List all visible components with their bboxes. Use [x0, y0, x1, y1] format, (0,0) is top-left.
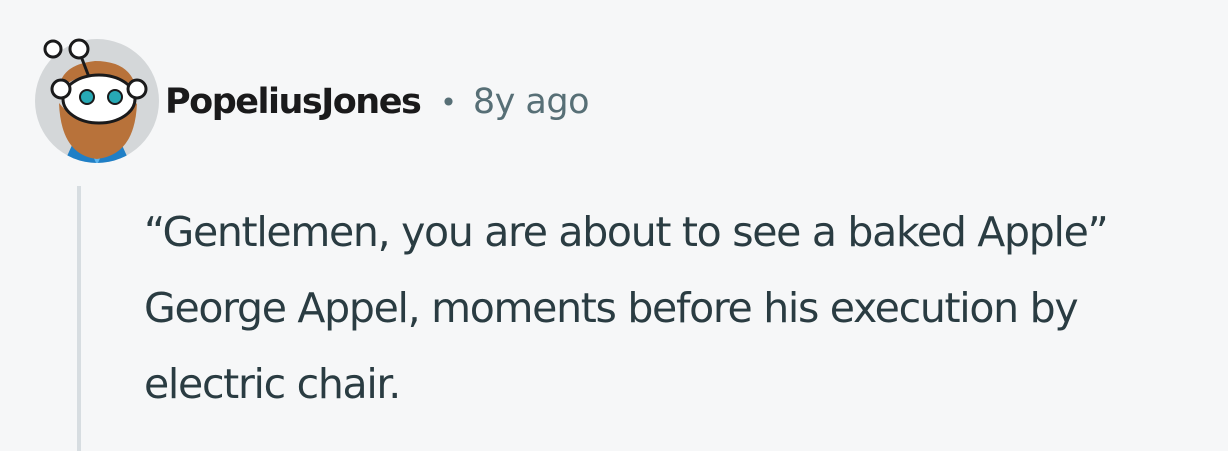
- comment-header: PopeliusJones • 8y ago: [165, 78, 590, 126]
- meta-separator: •: [440, 85, 457, 119]
- comment: PopeliusJones • 8y ago “Gentlemen, you a…: [0, 0, 1228, 451]
- thread-line[interactable]: [77, 186, 81, 451]
- comment-timestamp[interactable]: 8y ago: [473, 82, 590, 122]
- comment-body: “Gentlemen, you are about to see a baked…: [144, 194, 1219, 422]
- author-username[interactable]: PopeliusJones: [165, 82, 422, 122]
- comment-text: “Gentlemen, you are about to see a baked…: [144, 208, 1109, 408]
- snoo-avatar-icon[interactable]: [33, 37, 161, 165]
